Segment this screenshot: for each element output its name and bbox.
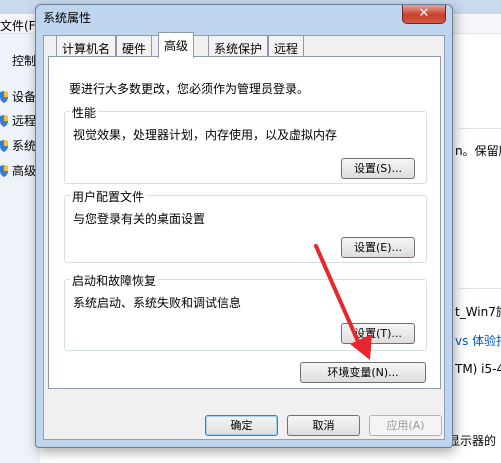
shield-icon <box>0 91 8 103</box>
performance-settings-button[interactable]: 设置(S)... <box>341 158 415 179</box>
cancel-button[interactable]: 取消 <box>287 415 360 436</box>
sidebar-item-label: 系统 <box>12 139 37 153</box>
shield-icon <box>0 140 8 152</box>
dialog-title: 系统属性 <box>43 11 92 25</box>
sidebar-item-advanced[interactable]: 高级 <box>0 162 36 179</box>
user-profiles-group: 用户配置文件 与您登录有关的桌面设置 设置(E)... <box>64 188 427 263</box>
background-text: 显示器的 <box>448 434 497 448</box>
ok-button[interactable]: 确定 <box>205 415 278 436</box>
performance-group: 性能 视觉效果，处理器计划，内存使用，以及虚拟内存 设置(S)... <box>64 104 427 184</box>
background-divider <box>458 128 501 129</box>
tab-advanced[interactable]: 高级 <box>158 32 195 58</box>
startup-recovery-group: 启动和故障恢复 系统启动、系统失败和调试信息 设置(T)... <box>64 272 427 351</box>
tab-system-protection[interactable]: 系统保护 <box>208 35 269 57</box>
background-text: n。保留所 <box>455 144 501 158</box>
background-text: t_Win7旗 <box>455 305 501 319</box>
sidebar-item-label: 控制 <box>12 54 37 68</box>
group-description: 视觉效果，处理器计划，内存使用，以及虚拟内存 <box>73 128 338 142</box>
environment-variables-button[interactable]: 环境变量(N)... <box>300 362 426 383</box>
sidebar-item-label: 高级 <box>12 164 37 178</box>
sidebar-item-remote[interactable]: 远程 <box>0 112 36 129</box>
sidebar-item-label: 设备 <box>12 90 37 104</box>
close-button[interactable]: ✕ <box>402 5 446 24</box>
apply-button[interactable]: 应用(A) <box>369 415 442 436</box>
background-text: TM) i5-4 <box>455 362 501 376</box>
sidebar-item-device[interactable]: 设备 <box>0 88 36 105</box>
sidebar-item-label: 远程 <box>12 114 37 128</box>
shield-icon <box>0 115 8 127</box>
dialog-client-area: 计算机名 硬件 高级 系统保护 远程 要进行大多数更改，您必须作为管理员登录。 … <box>43 32 445 440</box>
startup-recovery-settings-button[interactable]: 设置(T)... <box>341 323 415 344</box>
close-icon: ✕ <box>418 6 430 21</box>
group-title: 性能 <box>70 104 99 121</box>
background-link[interactable]: vs 体验指 <box>455 332 501 349</box>
admin-notice: 要进行大多数更改，您必须作为管理员登录。 <box>69 82 310 96</box>
group-description: 与您登录有关的桌面设置 <box>73 212 206 226</box>
background-divider <box>458 288 501 289</box>
tab-computer-name[interactable]: 计算机名 <box>56 35 117 57</box>
user-profiles-settings-button[interactable]: 设置(E)... <box>341 237 415 258</box>
shield-icon <box>0 165 8 177</box>
tab-hardware[interactable]: 硬件 <box>116 35 153 57</box>
tab-remote[interactable]: 远程 <box>268 35 305 57</box>
system-properties-dialog: 系统属性 ✕ 计算机名 硬件 高级 系统保护 远程 要进行大多数更改，您必须作为… <box>35 4 453 448</box>
group-title: 用户配置文件 <box>70 188 147 205</box>
group-title: 启动和故障恢复 <box>70 272 159 289</box>
sidebar-item-control[interactable]: 控制 <box>12 52 36 69</box>
group-description: 系统启动、系统失败和调试信息 <box>73 296 242 310</box>
sidebar-item-system[interactable]: 系统 <box>0 137 36 154</box>
